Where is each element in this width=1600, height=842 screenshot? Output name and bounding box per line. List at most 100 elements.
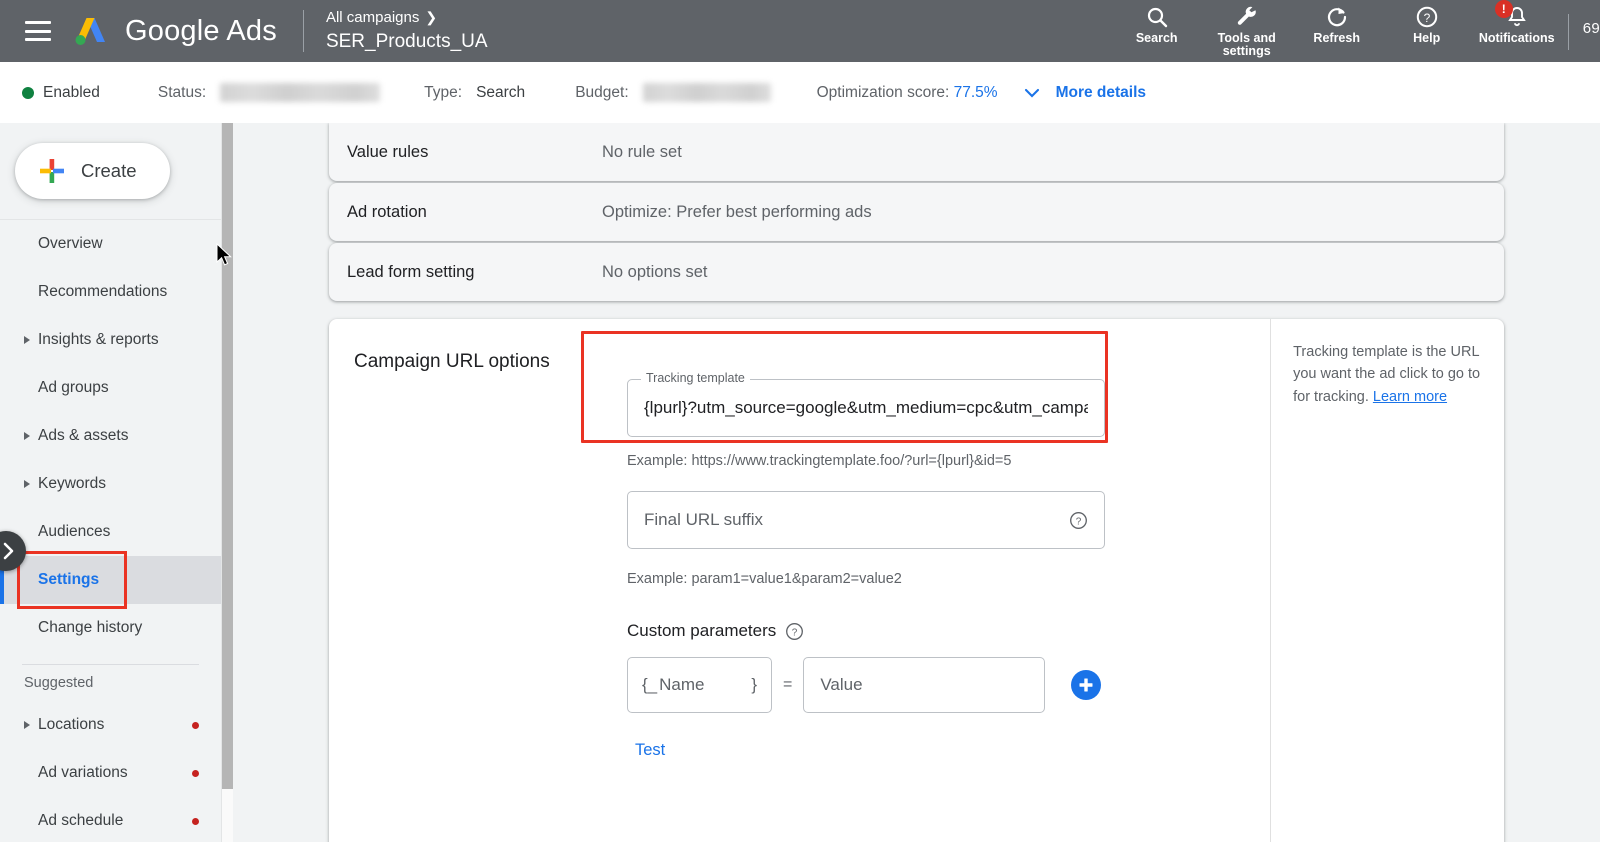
search-icon (1145, 4, 1169, 30)
more-details-button[interactable]: More details (1022, 83, 1146, 103)
param-name-suffix: } (751, 675, 757, 694)
sidebar-divider (22, 664, 199, 665)
top-bar-actions: Search Tools and settings Refresh ? Help… (1112, 0, 1600, 62)
sidebar-item-ad-variations[interactable]: Ad variations (0, 749, 221, 797)
sidebar-item-settings[interactable]: Settings (0, 551, 221, 609)
svg-text:?: ? (792, 627, 798, 638)
notifications-button[interactable]: ! Notifications (1472, 0, 1562, 45)
status-label: Status: (157, 83, 207, 101)
sidebar-item-insights-reports[interactable]: Insights & reports (0, 316, 221, 364)
breadcrumb-current-label[interactable]: SER_Products_UA (326, 30, 488, 54)
optimization-score-label: Optimization score: (816, 83, 950, 101)
budget-label: Budget: (575, 83, 629, 101)
create-button-label: Create (81, 160, 137, 181)
custom-parameter-name-input[interactable]: {_ Name } (627, 657, 772, 713)
status-value-redacted (220, 83, 381, 102)
final-url-suffix-placeholder: Final URL suffix (644, 510, 764, 529)
table-row[interactable]: Value rules No rule set (329, 123, 1504, 181)
create-section: Create (0, 123, 221, 220)
sidebar-item-ad-schedule[interactable]: Ad schedule (0, 797, 221, 842)
row-key: Ad rotation (347, 202, 427, 221)
sidebar-item-label: Recommendations (38, 283, 168, 300)
sidebar-item-audiences[interactable]: Audiences (0, 508, 221, 556)
type-label: Type: (424, 83, 463, 101)
sidebar-item-locations[interactable]: Locations (0, 701, 221, 749)
url-fields-column: Tracking template {lpurl}?utm_source=goo… (581, 331, 1129, 760)
sidebar-item-recommendations[interactable]: Recommendations (0, 268, 221, 316)
notifications-label: Notifications (1478, 31, 1555, 45)
breadcrumb-parent-label: All campaigns (325, 8, 420, 26)
expand-arrow-icon (24, 336, 30, 344)
new-indicator-dot-icon (192, 817, 199, 825)
table-row[interactable]: Lead form setting No options set (329, 243, 1504, 301)
learn-more-link[interactable]: Learn more (1373, 389, 1447, 405)
plus-circle-icon (1079, 678, 1093, 692)
sidebar-scrollbar[interactable] (222, 123, 233, 842)
wrench-icon (1235, 4, 1259, 30)
optimization-score: Optimization score: 77.5% (817, 84, 998, 102)
param-value-placeholder: Value (820, 675, 863, 694)
breadcrumb-all-campaigns[interactable]: All campaigns ❯ (326, 9, 488, 28)
suggested-section-label: Suggested (24, 675, 94, 691)
create-button[interactable]: Create (15, 143, 170, 199)
sidebar-scrollbar-thumb[interactable] (222, 123, 233, 789)
google-ads-logo[interactable]: Google Ads (73, 14, 277, 48)
custom-parameters-label-row: Custom parameters ? (627, 621, 1129, 641)
suggested-list: Locations Ad variations Ad schedule (0, 701, 221, 842)
left-navigation-sidebar: Create Overview Recommendations Insights… (0, 123, 222, 842)
help-circle-icon: ? (1415, 4, 1439, 30)
final-url-suffix-input[interactable]: Final URL suffix ? (627, 491, 1105, 549)
campaign-status-bar: Enabled Status: Type: Search Budget: Opt… (0, 62, 1600, 124)
tracking-template-example: Example: https://www.trackingtemplate.fo… (627, 453, 1012, 469)
chevron-right-icon: ❯ (425, 9, 438, 26)
sidebar-item-label: Locations (38, 716, 105, 733)
help-circle-icon[interactable]: ? (1069, 511, 1088, 530)
bell-icon: ! (1494, 0, 1529, 30)
param-name-prefix: {_ (642, 675, 658, 694)
test-link[interactable]: Test (635, 741, 665, 760)
sidebar-item-change-history[interactable]: Change history (0, 604, 221, 652)
tracking-template-input[interactable]: Tracking template {lpurl}?utm_source=goo… (627, 371, 1105, 437)
sidebar-item-keywords[interactable]: Keywords (0, 460, 221, 508)
help-circle-icon[interactable]: ? (785, 622, 804, 641)
notification-badge: ! (1494, 0, 1513, 18)
chevron-down-icon (1024, 88, 1039, 97)
custom-parameters-label: Custom parameters (627, 621, 777, 640)
search-button[interactable]: Search (1112, 4, 1202, 45)
tools-and-settings-button[interactable]: Tools and settings (1202, 4, 1292, 58)
page-title: Campaign URL options (354, 351, 550, 372)
account-number: 69 (1582, 20, 1600, 37)
row-value: Optimize: Prefer best performing ads (602, 202, 872, 221)
search-label: Search (1135, 31, 1178, 45)
sidebar-item-label: Ad schedule (38, 812, 124, 829)
more-details-label: More details (1055, 83, 1147, 101)
main-content-area: Value rules No rule set Ad rotation Opti… (233, 123, 1600, 842)
new-indicator-dot-icon (192, 769, 199, 777)
help-button[interactable]: ? Help (1382, 4, 1472, 45)
sidebar-item-label: Insights & reports (38, 331, 159, 348)
row-key: Lead form setting (347, 262, 475, 281)
hamburger-menu-icon[interactable] (25, 21, 51, 41)
refresh-label: Refresh (1313, 31, 1360, 45)
row-value: No rule set (602, 142, 682, 161)
nav-list: Overview Recommendations Insights & repo… (0, 220, 221, 652)
sidebar-item-label: Settings (38, 571, 100, 588)
expand-arrow-icon (24, 480, 30, 488)
table-row[interactable]: Ad rotation Optimize: Prefer best perfor… (329, 183, 1504, 241)
refresh-button[interactable]: Refresh (1292, 4, 1382, 45)
sidebar-item-ads-assets[interactable]: Ads & assets (0, 412, 221, 460)
ads-logo-icon (73, 14, 115, 48)
custom-parameter-value-input[interactable]: Value (803, 657, 1046, 713)
settings-card-lead-form: Lead form setting No options set (329, 243, 1504, 301)
add-custom-parameter-button[interactable] (1071, 670, 1102, 700)
sidebar-item-label: Ads & assets (38, 427, 129, 444)
new-indicator-dot-icon (192, 721, 199, 729)
final-url-suffix-example: Example: param1=value1&param2=value2 (627, 571, 902, 587)
custom-parameter-row: {_ Name } = Value (627, 657, 1129, 713)
brand-divider (302, 10, 304, 52)
sidebar-item-overview[interactable]: Overview (0, 220, 221, 268)
sidebar-item-ad-groups[interactable]: Ad groups (0, 364, 221, 412)
param-name-placeholder: Name (659, 675, 705, 694)
svg-text:?: ? (1076, 516, 1082, 527)
breadcrumb: All campaigns ❯ SER_Products_UA (326, 9, 488, 54)
